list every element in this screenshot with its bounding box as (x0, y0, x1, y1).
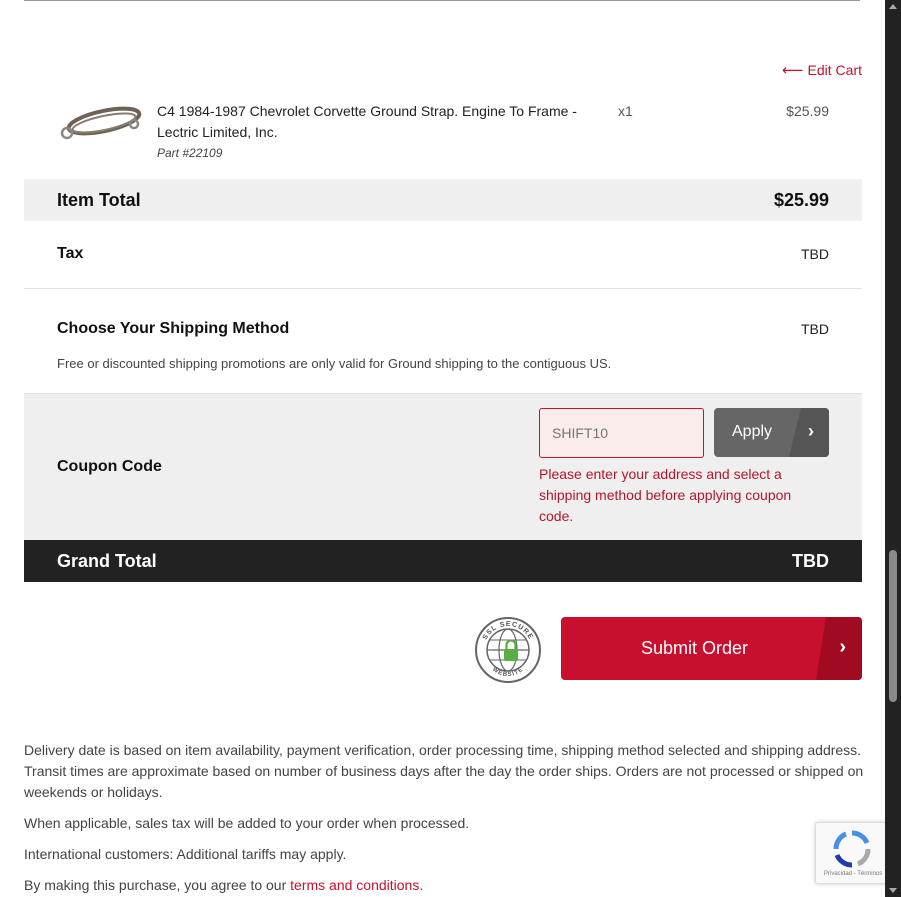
chevron-right-icon: › (808, 421, 814, 441)
recaptcha-badge[interactable]: Privacidad - Términos (815, 822, 887, 884)
terms-note: By making this purchase, you agree to ou… (24, 875, 864, 896)
item-total-row: Item Total $25.99 (24, 179, 862, 221)
international-note: International customers: Additional tari… (24, 846, 347, 862)
page-scrollbar[interactable] (885, 0, 901, 897)
delivery-note: Delivery date is based on item availabil… (24, 742, 864, 800)
scroll-up-icon[interactable] (889, 4, 897, 9)
grand-total-value: TBD (792, 551, 829, 571)
item-total-value: $25.99 (773, 190, 829, 210)
product-price: $25.99 (786, 103, 829, 119)
tax-value: TBD (801, 246, 829, 262)
terms-suffix: . (419, 877, 424, 893)
shipping-promo-note: Free or discounted shipping promotions a… (57, 356, 612, 371)
scrollbar-thumb[interactable] (889, 550, 897, 702)
ssl-secure-badge-icon: SSL SECURE WEBSITE (475, 617, 541, 683)
coupon-code-input[interactable] (539, 408, 704, 458)
shipping-method-row: Choose Your Shipping Method TBD Free or … (24, 290, 862, 393)
cart-item-row: C4 1984-1987 Chevrolet Corvette Ground S… (24, 95, 862, 179)
shipping-method-value: TBD (801, 321, 829, 337)
apply-button-label: Apply (732, 423, 773, 440)
item-total-label: Item Total (57, 190, 141, 210)
coupon-row: Coupon Code Apply › Please enter your ad… (24, 393, 862, 540)
arrow-left-icon: ⟵ (782, 62, 804, 79)
tax-row: Tax TBD (24, 221, 862, 289)
apply-coupon-button[interactable]: Apply › (714, 408, 829, 457)
top-divider (24, 0, 860, 1)
sales-tax-note: When applicable, sales tax will be added… (24, 815, 470, 831)
chevron-right-icon: › (839, 636, 846, 658)
terms-prefix: By making this purchase, you agree to ou… (24, 877, 291, 893)
ground-strap-image[interactable] (58, 97, 142, 151)
recaptcha-terms-text[interactable]: Privacidad - Términos (824, 871, 882, 877)
product-part-number: Part #22109 (157, 146, 223, 160)
scroll-down-icon[interactable] (889, 888, 897, 893)
shipping-method-label: Choose Your Shipping Method (57, 320, 290, 337)
grand-total-row: Grand Total TBD (24, 540, 862, 582)
product-name[interactable]: C4 1984-1987 Chevrolet Corvette Ground S… (157, 101, 597, 143)
order-footer-notes: Delivery date is based on item availabil… (24, 740, 864, 897)
coupon-label: Coupon Code (57, 458, 162, 475)
product-quantity: x1 (618, 103, 633, 119)
recaptcha-icon (833, 830, 871, 868)
edit-cart-link[interactable]: ⟵ Edit Cart (782, 61, 862, 79)
grand-total-label: Grand Total (57, 551, 157, 571)
coupon-error-message: Please enter your address and select a s… (539, 466, 792, 524)
terms-and-conditions-link[interactable]: terms and conditions (290, 877, 419, 893)
tax-label: Tax (57, 245, 84, 262)
submit-order-label: Submit Order (641, 638, 749, 658)
edit-cart-label: Edit Cart (807, 62, 862, 78)
submit-order-button[interactable]: Submit Order › (561, 617, 862, 680)
